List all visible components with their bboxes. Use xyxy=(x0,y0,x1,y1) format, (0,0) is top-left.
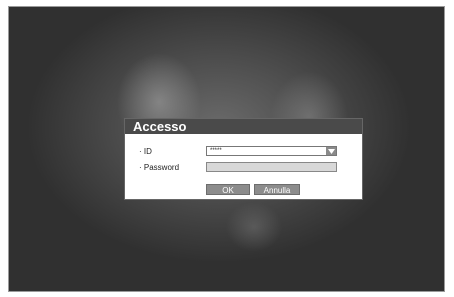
login-dialog: Accesso · ID ***** · Password OK Annulla xyxy=(124,118,363,200)
password-row: · Password xyxy=(139,163,179,172)
video-background: Accesso · ID ***** · Password OK Annulla xyxy=(8,6,445,292)
id-label: ID xyxy=(143,147,152,156)
id-select-value: ***** xyxy=(210,148,222,154)
password-field[interactable] xyxy=(206,162,337,172)
password-label: Password xyxy=(143,163,180,172)
id-row: · ID xyxy=(139,147,152,156)
ok-button[interactable]: OK xyxy=(206,184,250,195)
cancel-button[interactable]: Annulla xyxy=(254,184,300,195)
dialog-title: Accesso xyxy=(125,119,362,134)
id-select[interactable]: ***** xyxy=(206,146,337,156)
chevron-down-icon[interactable] xyxy=(326,147,336,155)
